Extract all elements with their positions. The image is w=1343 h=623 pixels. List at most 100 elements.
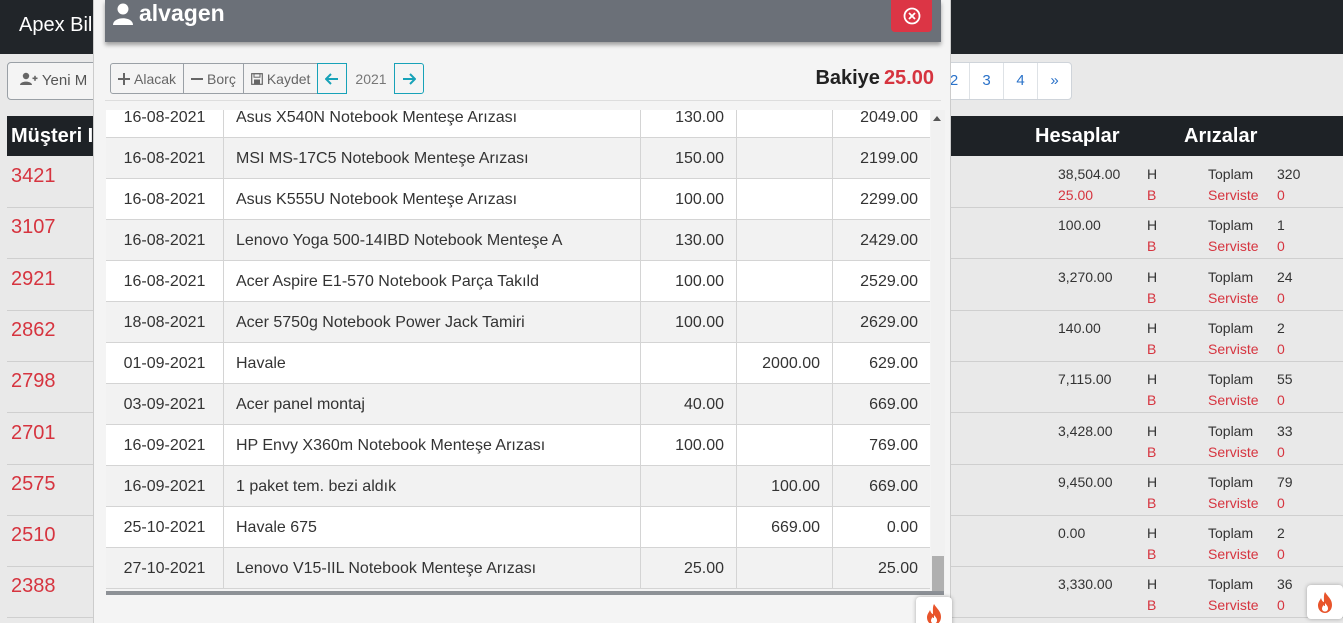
total-value: 320 [1277,166,1301,182]
total-label: Toplam [1208,166,1254,182]
next-year-button[interactable] [393,63,424,94]
ledger-date: 16-09-2021 [106,425,224,466]
ledger-credit [641,507,737,548]
customer-id[interactable]: 2798 [11,370,56,393]
ledger-row[interactable]: 16-08-2021 Acer Aspire E1-570 Notebook Pa… [106,261,930,302]
ledger-row[interactable]: 01-09-2021 Havale 2000.00 629.00 [106,343,930,384]
total-value: 79 [1277,473,1293,490]
customer-id[interactable]: 2701 [11,422,56,445]
ledger-debit [737,220,833,261]
add-user-icon [20,72,38,85]
plus-icon [118,72,130,85]
in-service-value: 0 [1277,494,1285,511]
header-faults: Arızalar [1184,125,1258,147]
ledger-date: 03-09-2021 [106,384,224,425]
ledger-date: 16-08-2021 [106,220,224,261]
ledger-row[interactable]: 16-08-2021 Asus K555U Notebook Menteşe Ar… [106,179,930,220]
page-link-3[interactable]: 3 [969,63,1003,99]
ledger-balance: 629.00 [869,355,918,372]
new-customer-label: Yeni M [41,72,88,89]
balance-display: Bakiye 25.00 [815,67,934,90]
h-label: H [1147,268,1158,285]
year-label: 2021 [355,70,387,87]
in-service-value: 0 [1277,289,1285,306]
ledger-row[interactable]: 16-08-2021 Asus X540N Notebook Menteşe Ar… [106,110,930,138]
ledger-description: Acer 5750g Notebook Power Jack Tamiri [224,302,641,343]
balance-value: 25.00 [883,67,934,89]
ledger-description: MSI MS-17C5 Notebook Menteşe Arızası [224,138,641,179]
ledger-row[interactable]: 16-08-2021 Lenovo Yoga 500-14IBD Notebook… [106,220,930,261]
ledger-debit [737,302,833,343]
ledger-credit: 130.00 [641,110,737,138]
ledger-row[interactable]: 16-09-2021 1 paket tem. bezi aldık 100.00 6… [106,466,930,507]
ledger-scrollbar[interactable] [931,110,945,591]
ledger-debit: 669.00 [737,507,833,548]
ledger-balance: 2529.00 [860,273,918,290]
h-label: H [1147,473,1158,490]
ledger-row[interactable]: 03-09-2021 Acer panel montaj 40.00 669.00 [106,384,930,425]
ledger-credit [641,343,737,384]
add-debit-button[interactable]: Borç [183,63,244,94]
prev-year-button[interactable] [317,63,348,94]
ledger-description: 1 paket tem. bezi aldık [224,466,641,507]
ledger-debit [737,179,833,220]
b-label: B [1147,392,1157,409]
customer-id[interactable]: 3107 [11,216,56,239]
modal-fire-button[interactable] [916,597,952,623]
modal-title: alvagen [139,0,225,26]
fire-button[interactable] [1307,585,1343,619]
ledger-row[interactable]: 25-10-2021 Havale 675 669.00 0.00 [106,507,930,548]
in-service-label: Serviste [1208,597,1259,614]
in-service-label: Serviste [1208,340,1259,357]
total-value: 33 [1277,422,1293,439]
in-service-value: 0 [1277,187,1285,203]
ledger-date: 18-08-2021 [106,302,224,343]
ledger-credit: 130.00 [641,220,737,261]
ledger-balance: 25.00 [877,560,918,577]
page-link-4[interactable]: 4 [1003,63,1037,99]
in-service-label: Serviste [1208,443,1259,460]
header-customer: Müşteri I [11,125,94,147]
ledger-balance: 2049.00 [860,110,918,126]
modal-close-button[interactable] [891,0,932,32]
total-label: Toplam [1208,268,1254,285]
ledger-row[interactable]: 16-08-2021 MSI MS-17C5 Notebook Menteşe A… [106,138,930,179]
customer-id[interactable]: 2388 [11,575,56,598]
ledger-credit: 150.00 [641,138,737,179]
in-service-value: 0 [1277,546,1285,563]
new-customer-button[interactable]: Yeni M [7,62,103,100]
page-link-next[interactable]: » [1037,63,1071,99]
brand-title[interactable]: Apex Bilg [19,14,104,37]
customer-id[interactable]: 2862 [11,319,56,342]
ledger-row[interactable]: 18-08-2021 Acer 5750g Notebook Power Jack… [106,302,930,343]
customer-id[interactable]: 2921 [11,268,56,291]
ledger-credit [641,466,737,507]
account-modal: alvagen Alacak Borç Kaydet 2021 Bakiye 2… [93,0,952,623]
ledger-debit [737,138,833,179]
customer-id[interactable]: 3421 [11,165,56,188]
scroll-up-icon[interactable] [933,116,941,121]
customer-id[interactable]: 2510 [11,524,56,547]
account-credit: 140.00 [1058,319,1101,336]
ledger-debit [737,384,833,425]
total-label: Toplam [1208,217,1254,234]
ledger-credit: 100.00 [641,425,737,466]
ledger-date: 16-08-2021 [106,110,224,138]
h-label: H [1147,422,1158,439]
modal-bottom-border [106,591,944,595]
save-button[interactable]: Kaydet [242,63,319,94]
add-credit-button[interactable]: Alacak [110,63,185,94]
ledger-table: 16-08-2021 Asus X540N Notebook Menteşe Ar… [106,110,930,591]
fire-icon [927,604,941,623]
account-credit: 100.00 [1058,217,1101,234]
customer-id[interactable]: 2575 [11,473,56,496]
total-value: 2 [1277,319,1285,336]
scrollbar-thumb[interactable] [932,556,944,591]
h-label: H [1147,166,1158,182]
in-service-value: 0 [1277,238,1285,255]
h-label: H [1147,525,1158,542]
ledger-credit: 40.00 [641,384,737,425]
ledger-balance: 2199.00 [860,150,918,167]
ledger-row[interactable]: 27-10-2021 Lenovo V15-IIL Notebook Menteş… [106,548,930,589]
ledger-row[interactable]: 16-09-2021 HP Envy X360m Notebook Menteşe… [106,425,930,466]
